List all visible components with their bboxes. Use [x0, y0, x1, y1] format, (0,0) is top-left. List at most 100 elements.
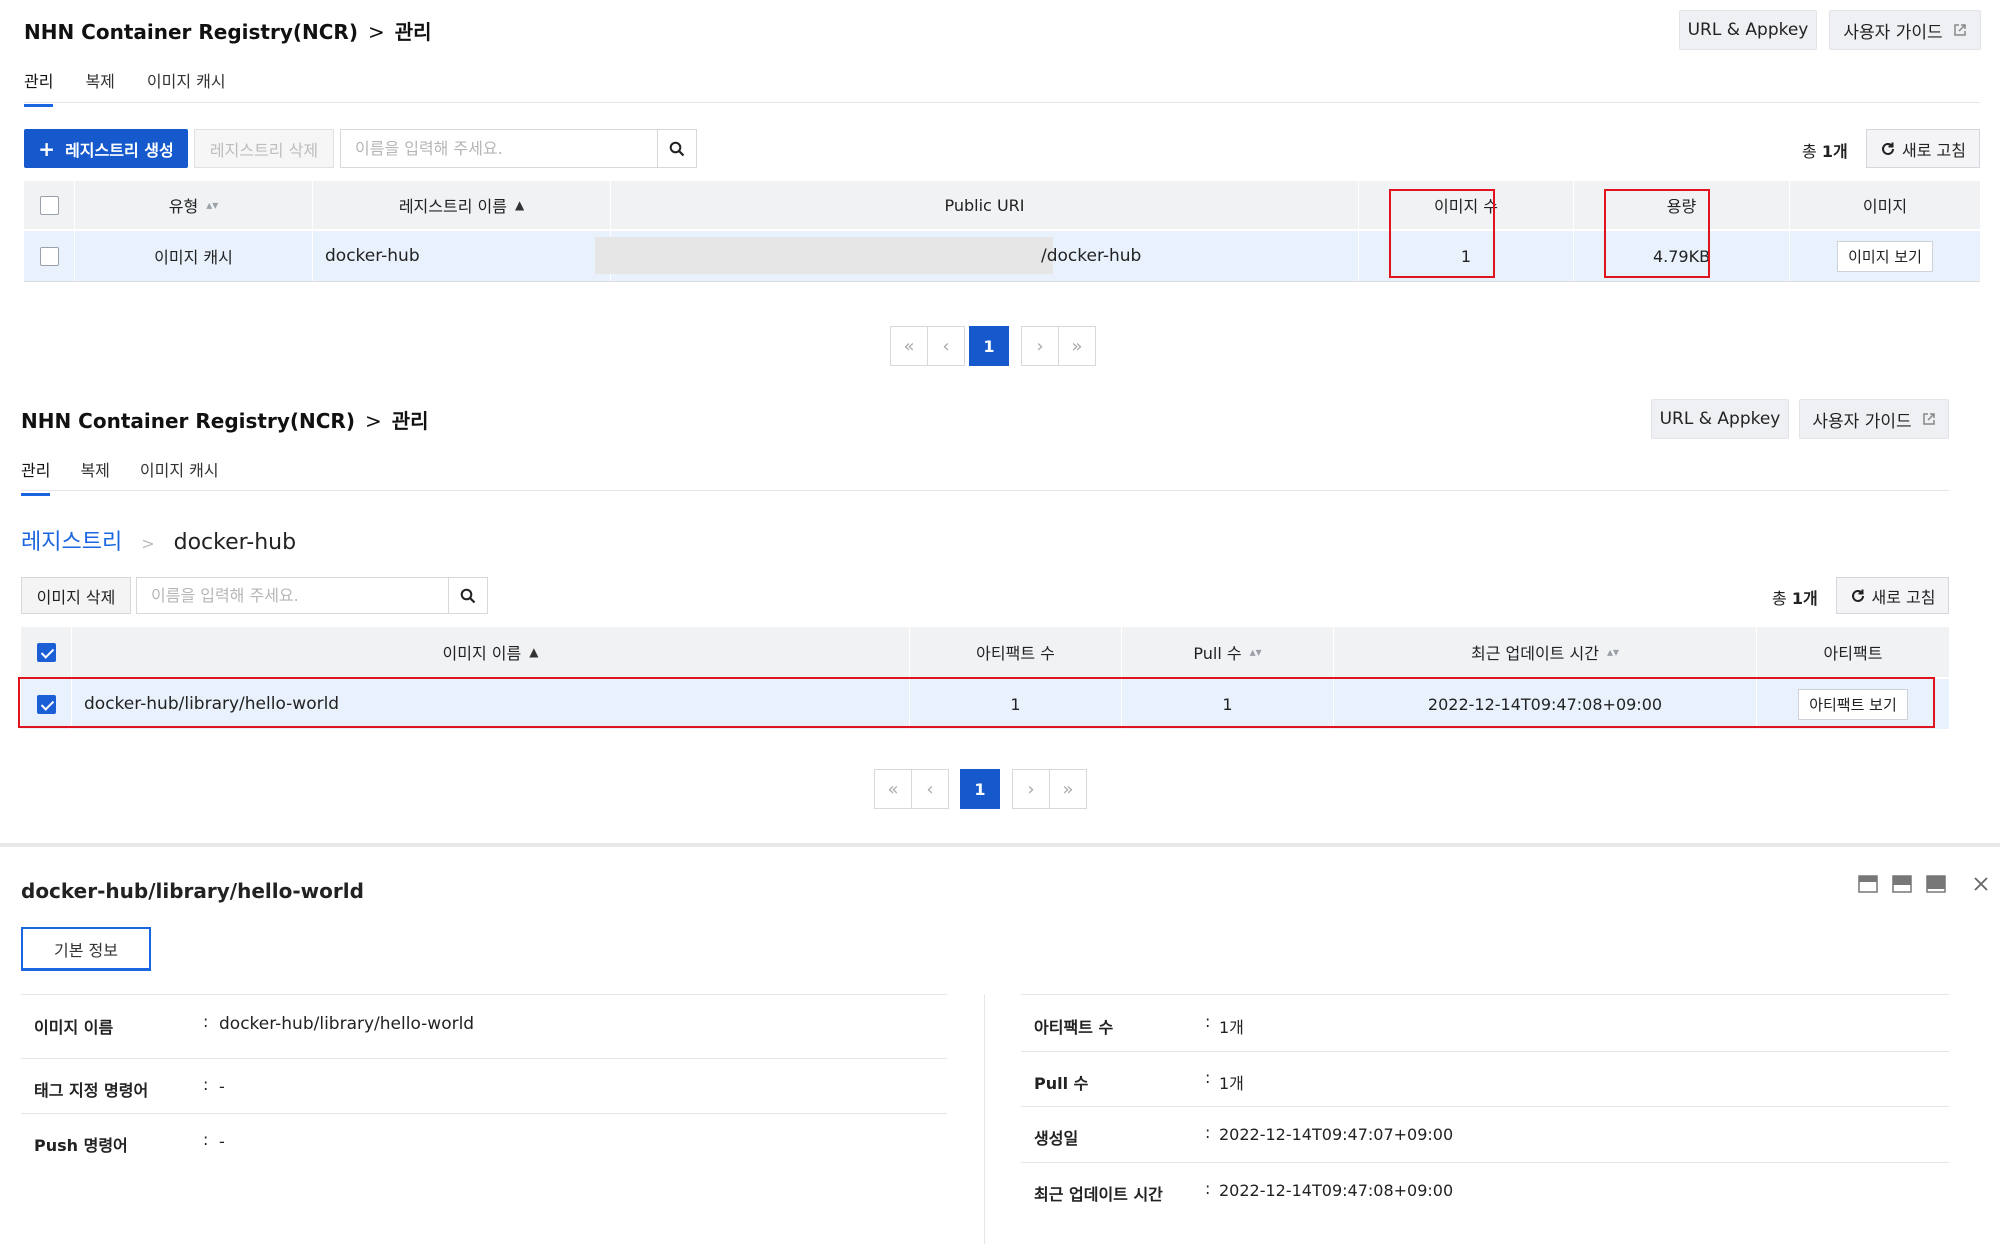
registry-breadcrumb: 레지스트리 > docker-hub: [21, 524, 296, 556]
url-appkey-label: URL & Appkey: [1687, 20, 1809, 40]
sort-asc-icon: ▲: [514, 198, 525, 212]
external-link-icon: [1953, 24, 1966, 36]
next-page-button[interactable]: ›: [1021, 326, 1059, 366]
delete-registry-label: 레지스트리 삭제: [209, 140, 319, 160]
sort-asc-icon: ▲: [529, 645, 539, 659]
select-all-checkbox[interactable]: [39, 195, 59, 215]
column-artifacts: 아티팩트: [1757, 627, 1949, 677]
column-images-label: 이미지: [1862, 197, 1908, 216]
info-value-image-name: docker-hub/library/hello-world: [219, 1014, 475, 1034]
info-label-updated: 최근 업데이트 시간: [1034, 1185, 1163, 1204]
info-divider: [1021, 994, 1949, 995]
column-updated[interactable]: 최근 업데이트 시간 ▴▾: [1334, 627, 1756, 677]
image-search-button[interactable]: [448, 577, 488, 614]
row-checkbox[interactable]: [39, 246, 59, 266]
detail-panel-separator: [0, 843, 2000, 847]
user-guide-button-2[interactable]: 사용자 가이드: [1799, 399, 1949, 439]
url-appkey-button-2[interactable]: URL & Appkey: [1651, 399, 1789, 439]
info-label-created: 생성일: [1034, 1129, 1079, 1148]
breadcrumb-service: NHN Container Registry(NCR): [24, 20, 358, 44]
breadcrumb-separator-2: >: [364, 409, 382, 433]
info-colon: :: [203, 1130, 209, 1149]
user-guide-label-2: 사용자 가이드: [1812, 411, 1912, 432]
next-page-button[interactable]: ›: [1012, 769, 1050, 809]
split-full-icon[interactable]: [1925, 873, 1947, 895]
sort-icon: ▴▾: [1606, 645, 1619, 659]
tab-divider: [24, 102, 1980, 103]
info-value-created: 2022-12-14T09:47:07+09:00: [1219, 1125, 1454, 1144]
search-icon: [460, 588, 476, 603]
registry-search-button[interactable]: [657, 129, 697, 168]
info-divider: [21, 994, 947, 995]
sort-icon: ▴▾: [206, 198, 219, 212]
column-registry-name-label: 레지스트리 이름: [398, 197, 507, 216]
prev-page-button[interactable]: ‹: [911, 769, 949, 809]
url-appkey-label-2: URL & Appkey: [1659, 409, 1781, 429]
info-colon: :: [1205, 1012, 1211, 1031]
first-page-button[interactable]: «: [890, 326, 928, 366]
column-type-label: 유형: [168, 197, 199, 216]
split-half-icon[interactable]: [1891, 873, 1913, 895]
info-label-artifact-count: 아티팩트 수: [1034, 1018, 1114, 1037]
info-value-tag-command: -: [219, 1077, 225, 1096]
image-refresh-label: 새로 고침: [1871, 587, 1936, 607]
first-page-button[interactable]: «: [874, 769, 912, 809]
info-value-pull-count: 1개: [1219, 1074, 1244, 1093]
column-type[interactable]: 유형 ▴▾: [75, 181, 312, 229]
info-divider: [21, 1058, 947, 1059]
breadcrumb-service-2: NHN Container Registry(NCR): [21, 409, 355, 433]
delete-registry-button[interactable]: 레지스트리 삭제: [194, 129, 334, 168]
page-1-button[interactable]: 1: [969, 326, 1009, 366]
column-artifact-count: 아티팩트 수: [910, 627, 1121, 677]
search-icon: [669, 141, 685, 156]
user-guide-label: 사용자 가이드: [1843, 22, 1943, 43]
image-select-all-checkbox[interactable]: [36, 642, 56, 662]
image-total: 총 1개: [1772, 585, 1818, 609]
last-page-button[interactable]: »: [1058, 326, 1096, 366]
registry-total-prefix: 총: [1802, 142, 1822, 161]
column-pull-count[interactable]: Pull 수 ▴▾: [1122, 627, 1333, 677]
column-public-uri: Public URI: [611, 181, 1358, 229]
delete-image-label: 이미지 삭제: [36, 587, 116, 607]
highlight-image-row: [18, 677, 1935, 728]
split-top-icon[interactable]: [1857, 873, 1879, 895]
tab-basic-info[interactable]: 기본 정보: [21, 927, 151, 971]
info-value-updated: 2022-12-14T09:47:08+09:00: [1219, 1181, 1454, 1200]
column-public-uri-label: Public URI: [944, 195, 1025, 215]
info-value-push-command: -: [219, 1132, 225, 1151]
row-action-cell: 이미지 보기: [1790, 231, 1980, 281]
delete-image-button[interactable]: 이미지 삭제: [21, 577, 131, 614]
column-registry-name[interactable]: 레지스트리 이름 ▲: [313, 181, 610, 229]
user-guide-button[interactable]: 사용자 가이드: [1829, 10, 1981, 50]
column-image-name[interactable]: 이미지 이름 ▲: [72, 627, 909, 677]
info-divider: [21, 1113, 947, 1114]
registry-refresh-label: 새로 고침: [1902, 140, 1966, 160]
breadcrumb-page-2: 관리: [391, 409, 429, 433]
row-public-uri: /docker-hub: [1041, 246, 1142, 266]
info-label-pull-count: Pull 수: [1034, 1074, 1089, 1093]
info-label-push-command: Push 명령어: [34, 1136, 128, 1155]
info-colon: :: [1205, 1123, 1211, 1142]
breadcrumb: NHN Container Registry(NCR) > 관리: [24, 16, 432, 45]
create-registry-button[interactable]: + 레지스트리 생성: [24, 129, 188, 168]
page-1-button[interactable]: 1: [960, 769, 1000, 809]
detail-title: docker-hub/library/hello-world: [21, 879, 364, 903]
registry-breadcrumb-root[interactable]: 레지스트리: [21, 530, 122, 555]
registry-pagination: « ‹ 1 › »: [890, 326, 1096, 366]
close-icon[interactable]: [1970, 873, 1992, 895]
prev-page-button[interactable]: ‹: [927, 326, 965, 366]
highlight-image-count: [1389, 189, 1495, 278]
create-registry-label: 레지스트리 생성: [65, 140, 174, 160]
info-colon: :: [1205, 1179, 1211, 1198]
url-appkey-button[interactable]: URL & Appkey: [1679, 10, 1817, 50]
image-search-input[interactable]: [136, 577, 449, 614]
registry-refresh-button[interactable]: 새로 고침: [1866, 129, 1980, 168]
external-link-icon: [1922, 413, 1935, 425]
image-select-all-cell: [21, 627, 71, 677]
last-page-button[interactable]: »: [1049, 769, 1087, 809]
info-colon: :: [1205, 1068, 1211, 1087]
view-images-button[interactable]: 이미지 보기: [1837, 240, 1933, 272]
image-refresh-button[interactable]: 새로 고침: [1836, 577, 1949, 614]
registry-total: 총 1개: [1802, 138, 1848, 162]
registry-search-input[interactable]: [340, 129, 658, 168]
